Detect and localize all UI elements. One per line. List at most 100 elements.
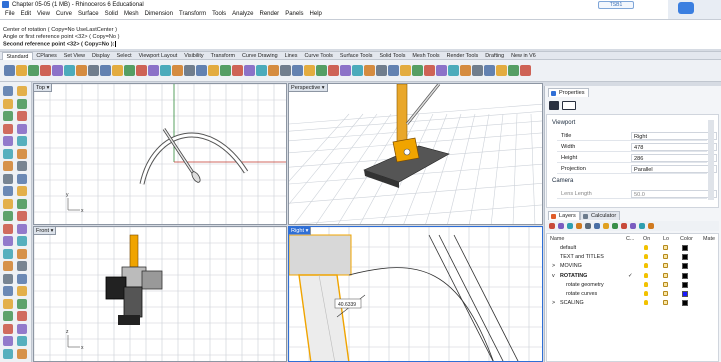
cloud-icon[interactable] [678, 2, 694, 14]
menu-edit[interactable]: Edit [21, 11, 31, 17]
viewport-title-right[interactable]: Right ▾ [289, 227, 312, 235]
lightbulb-icon[interactable] [644, 245, 648, 250]
left-tool-icon[interactable] [3, 161, 13, 171]
left-tool-icon[interactable] [17, 98, 27, 109]
layer-tool-icon[interactable] [621, 223, 627, 229]
toolbar-tool-icon[interactable] [172, 65, 183, 76]
left-tool-icon[interactable] [17, 286, 27, 296]
toolbar-tool-icon[interactable] [364, 65, 375, 76]
viewport-top[interactable]: Top ▾ y x [33, 83, 287, 225]
menu-analyze[interactable]: Analyze [232, 11, 253, 17]
toolbar-tool-icon[interactable] [484, 65, 495, 76]
lightbulb-icon[interactable] [644, 272, 648, 278]
tab-display[interactable]: Display [88, 52, 113, 60]
layer-name[interactable]: TEXT and TITLES [560, 253, 604, 262]
left-tool-icon[interactable] [17, 86, 27, 96]
prop-value-width[interactable]: 478 [631, 143, 717, 151]
toolbar-tool-icon[interactable] [400, 65, 411, 76]
toolbar-tool-icon[interactable] [256, 65, 267, 76]
lightbulb-icon[interactable] [644, 281, 648, 287]
left-tool-icon[interactable] [3, 286, 13, 296]
toolbar-tool-icon[interactable] [244, 65, 255, 76]
left-tool-icon[interactable] [17, 161, 27, 171]
layer-color-swatch[interactable] [682, 291, 688, 297]
left-tool-icon[interactable] [17, 323, 27, 334]
layer-row[interactable]: rotate curves [548, 290, 718, 299]
left-tool-icon[interactable] [3, 136, 13, 146]
toolbar-tool-icon[interactable] [388, 65, 399, 76]
toolbar-tool-icon[interactable] [472, 65, 483, 76]
lock-icon[interactable] [663, 281, 668, 287]
tab-properties[interactable]: Properties [548, 88, 589, 97]
lock-icon[interactable] [663, 245, 668, 250]
viewport-title-top[interactable]: Top ▾ [34, 84, 53, 92]
layer-color-swatch[interactable] [682, 245, 688, 251]
object-props-icon[interactable] [549, 101, 559, 110]
left-tool-icon[interactable] [3, 348, 13, 359]
lock-icon[interactable] [663, 254, 668, 260]
left-tool-icon[interactable] [3, 236, 13, 246]
toolbar-tool-icon[interactable] [340, 65, 351, 76]
toolbar-tool-icon[interactable] [196, 65, 207, 76]
lightbulb-icon[interactable] [644, 263, 648, 269]
tab-cplanes[interactable]: CPlanes [33, 52, 60, 60]
left-tool-icon[interactable] [17, 311, 27, 321]
viewport-title-perspective[interactable]: Perspective ▾ [289, 84, 328, 92]
expand-chevron-icon[interactable]: > [552, 299, 555, 308]
menu-help[interactable]: Help [310, 11, 322, 17]
tab-solid-tools[interactable]: Solid Tools [376, 52, 409, 60]
toolbar-tool-icon[interactable] [424, 65, 435, 76]
left-tool-icon[interactable] [17, 186, 27, 196]
menu-surface[interactable]: Surface [78, 11, 99, 17]
toolbar-tool-icon[interactable] [184, 65, 195, 76]
toolbar-tool-icon[interactable] [436, 65, 447, 76]
toolbar-tool-icon[interactable] [292, 65, 303, 76]
toolbar-tool-icon[interactable] [148, 65, 159, 76]
left-tool-icon[interactable] [3, 198, 13, 209]
toolbar-tool-icon[interactable] [328, 65, 339, 76]
toolbar-tool-icon[interactable] [232, 65, 243, 76]
right-view-canvas[interactable]: 40.6339 [289, 227, 543, 362]
expand-chevron-icon[interactable]: v [552, 272, 555, 281]
layer-name[interactable]: default [560, 244, 576, 253]
col-current[interactable]: C... [626, 235, 634, 244]
layer-color-swatch[interactable] [682, 263, 688, 270]
layer-tool-icon[interactable] [585, 223, 591, 229]
layer-tool-icon[interactable] [576, 223, 582, 229]
toolbar-tool-icon[interactable] [208, 65, 219, 76]
left-tool-icon[interactable] [3, 123, 13, 134]
menu-view[interactable]: View [37, 11, 50, 17]
layer-tool-icon[interactable] [630, 223, 636, 229]
lightbulb-icon[interactable] [644, 254, 648, 260]
left-tool-icon[interactable] [17, 236, 27, 246]
tab-curve-drawing[interactable]: Curve Drawing [238, 52, 281, 60]
left-tool-icon[interactable] [17, 123, 27, 134]
tab-render-tools[interactable]: Render Tools [443, 52, 482, 60]
layer-row[interactable]: v ROTATING ✓ [548, 272, 718, 281]
col-color[interactable]: Color [680, 235, 693, 244]
left-tool-icon[interactable] [3, 148, 13, 159]
layer-color-swatch[interactable] [682, 281, 688, 288]
col-name[interactable]: Name [550, 235, 564, 244]
viewport-title-front[interactable]: Front ▾ [34, 227, 57, 235]
lock-icon[interactable] [663, 291, 668, 296]
viewport-props-icon[interactable] [562, 101, 576, 110]
tab-set-view[interactable]: Set View [60, 52, 88, 60]
toolbar-tool-icon[interactable] [4, 65, 15, 76]
lock-icon[interactable] [663, 263, 668, 269]
left-tool-icon[interactable] [17, 198, 27, 209]
front-view-canvas[interactable]: z x [34, 227, 287, 362]
toolbar-tool-icon[interactable] [496, 65, 507, 76]
toolbar-tool-icon[interactable] [352, 65, 363, 76]
toolbar-tool-icon[interactable] [508, 65, 519, 76]
toolbar-tool-icon[interactable] [88, 65, 99, 76]
toolbar-tool-icon[interactable] [376, 65, 387, 76]
left-tool-icon[interactable] [3, 273, 13, 284]
left-tool-icon[interactable] [3, 223, 13, 234]
tab-layers[interactable]: Layers [548, 211, 580, 220]
left-tool-icon[interactable] [17, 248, 27, 259]
toolbar-tool-icon[interactable] [448, 65, 459, 76]
prop-value-lens[interactable]: 50.0 [631, 190, 717, 198]
toolbar-tool-icon[interactable] [136, 65, 147, 76]
toolbar-tool-icon[interactable] [40, 65, 51, 76]
